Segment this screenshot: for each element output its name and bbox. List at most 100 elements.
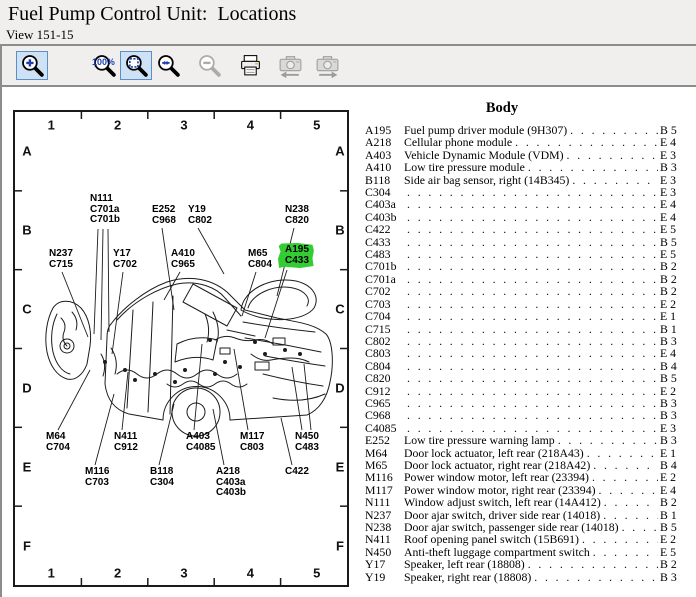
location-row: C403a. . . . . . . . . . . . . . . . . .… bbox=[365, 198, 687, 210]
location-row: C483. . . . . . . . . . . . . . . . . . … bbox=[365, 248, 687, 260]
magnifier-width-icon bbox=[156, 53, 181, 78]
camera-right-icon bbox=[314, 53, 341, 78]
toolbar-zoom-fit-button[interactable] bbox=[120, 51, 152, 80]
location-code: C803 bbox=[365, 347, 404, 359]
location-code: Y17 bbox=[365, 558, 404, 570]
grid-row-label: E bbox=[336, 459, 345, 474]
callout-B118: B118 C304 bbox=[150, 467, 174, 488]
location-grid-ref: E 2 bbox=[658, 471, 687, 483]
grid-col-label: 2 bbox=[114, 566, 121, 581]
location-grid-ref: B 3 bbox=[658, 161, 687, 173]
location-grid-ref: E 4 bbox=[658, 347, 687, 359]
grid-row-label: C bbox=[335, 302, 344, 317]
location-row: C803. . . . . . . . . . . . . . . . . . … bbox=[365, 347, 687, 359]
location-row: C912. . . . . . . . . . . . . . . . . . … bbox=[365, 385, 687, 397]
toolbar-print-button[interactable] bbox=[234, 51, 266, 80]
location-description: Side air bag sensor, right (14B345) bbox=[404, 174, 572, 186]
page-title: Fuel Pump Control Unit: Locations bbox=[8, 3, 296, 26]
location-code: C422 bbox=[365, 223, 404, 235]
locations-panel: Body A195Fuel pump driver module (9H307)… bbox=[365, 100, 687, 583]
dot-leader: . . . . . . . . . . . . . . . . . . . . … bbox=[407, 385, 658, 397]
printer-icon bbox=[238, 53, 263, 78]
location-row: Y17Speaker, left rear (18808). . . . . .… bbox=[365, 558, 687, 570]
callout-C422: C422 bbox=[285, 467, 309, 478]
location-description: Low tire pressure warning lamp bbox=[404, 434, 558, 446]
location-grid-ref: B 3 bbox=[658, 409, 687, 421]
location-row: Y19Speaker, right rear (18808). . . . . … bbox=[365, 571, 687, 583]
location-code: A410 bbox=[365, 161, 404, 173]
location-description: Cellular phone module bbox=[404, 136, 515, 148]
camera-left-icon bbox=[277, 53, 304, 78]
location-grid-ref: B 2 bbox=[658, 558, 687, 570]
toolbar-prev-view-button bbox=[274, 51, 306, 80]
location-code: C820 bbox=[365, 372, 404, 384]
dot-leader: . . . . . . . . . . . . . . . . . . . . … bbox=[407, 335, 658, 347]
location-grid-ref: B 5 bbox=[658, 372, 687, 384]
location-row: C403b. . . . . . . . . . . . . . . . . .… bbox=[365, 211, 687, 223]
content-area: 1122334455AABBCCDDEEFFN111 C701a C701bE2… bbox=[0, 87, 696, 597]
app-window: Fuel Pump Control Unit: Locations View 1… bbox=[0, 0, 696, 597]
grid-row-label: C bbox=[22, 302, 31, 317]
location-description: Power window motor, left rear (23394) bbox=[404, 471, 592, 483]
location-code: C968 bbox=[365, 409, 404, 421]
dot-leader: . . . . . . . . . . . . . . . . . . . . … bbox=[407, 310, 658, 322]
location-row: C702. . . . . . . . . . . . . . . . . . … bbox=[365, 285, 687, 297]
location-grid-ref: E 2 bbox=[658, 533, 687, 545]
dot-leader: . . . . . . . . . . . . . . . . . . . . … bbox=[515, 136, 658, 148]
grid-row-label: B bbox=[335, 223, 344, 238]
dot-leader: . . . . . . . . . . . . . . . . . . . . … bbox=[572, 174, 658, 186]
location-row: C703. . . . . . . . . . . . . . . . . . … bbox=[365, 298, 687, 310]
toolbar-next-view-button bbox=[311, 51, 343, 80]
grid-col-label: 3 bbox=[180, 118, 187, 133]
dot-leader: . . . . . . . . . . . . . . . . . . . . … bbox=[407, 397, 658, 409]
dot-leader: . . . . . . . . . . . . . . . . . . . . … bbox=[528, 161, 658, 173]
dot-leader: . . . . . . . . . . . . . . . . . . . . … bbox=[407, 260, 658, 272]
location-row: C701a. . . . . . . . . . . . . . . . . .… bbox=[365, 273, 687, 285]
dot-leader: . . . . . . . . . . . . . . . . . . . . … bbox=[407, 248, 658, 260]
location-grid-ref: E 1 bbox=[658, 310, 687, 322]
callout-A218: A218 C403a C403b bbox=[216, 467, 246, 499]
header: Fuel Pump Control Unit: Locations View 1… bbox=[0, 0, 696, 44]
toolbar-zoom-width-button[interactable] bbox=[152, 51, 184, 80]
location-row: C802. . . . . . . . . . . . . . . . . . … bbox=[365, 335, 687, 347]
grid-row-label: A bbox=[335, 144, 344, 159]
location-code: N111 bbox=[365, 496, 404, 508]
grid-row-label: A bbox=[22, 144, 31, 159]
location-code: C704 bbox=[365, 310, 404, 322]
dot-leader: . . . . . . . . . . . . . . . . . . . . … bbox=[407, 186, 658, 198]
dot-leader: . . . . . . . . . . . . . . . . . . . . … bbox=[407, 372, 658, 384]
callout-A195: A195 C433 bbox=[278, 243, 314, 268]
location-row: A218Cellular phone module. . . . . . . .… bbox=[365, 136, 687, 148]
callout-N237: N237 C715 bbox=[49, 249, 73, 270]
location-code: N411 bbox=[365, 533, 404, 545]
location-grid-ref: E 4 bbox=[658, 136, 687, 148]
svg-text:100%: 100% bbox=[92, 57, 115, 67]
location-code: C702 bbox=[365, 285, 404, 297]
car-illustration bbox=[46, 278, 333, 436]
grid-col-label: 5 bbox=[313, 118, 320, 133]
dot-leader: . . . . . . . . . . . . . . . . . . . . … bbox=[582, 533, 658, 545]
location-code: E252 bbox=[365, 434, 404, 446]
location-code: A218 bbox=[365, 136, 404, 148]
dot-leader: . . . . . . . . . . . . . . . . . . . . … bbox=[558, 434, 658, 446]
location-grid-ref: E 4 bbox=[658, 198, 687, 210]
toolbar: 100% bbox=[0, 46, 696, 85]
toolbar-zoom-in-button[interactable] bbox=[16, 51, 48, 80]
panel-title: Body bbox=[365, 100, 687, 117]
view-label: View 151-15 bbox=[6, 27, 73, 43]
magnifier-100-icon: 100% bbox=[92, 53, 117, 78]
location-grid-ref: B 3 bbox=[658, 434, 687, 446]
grid-row-label: F bbox=[336, 538, 344, 553]
location-row: C820. . . . . . . . . . . . . . . . . . … bbox=[365, 372, 687, 384]
callout-A410: A410 C965 bbox=[171, 249, 195, 270]
toolbar-zoom-100-button[interactable]: 100% bbox=[88, 51, 120, 80]
callout-N238: N238 C820 bbox=[285, 205, 309, 226]
dot-leader: . . . . . . . . . . . . . . . . . . . . … bbox=[407, 298, 658, 310]
dot-leader: . . . . . . . . . . . . . . . . . . . . … bbox=[593, 546, 658, 558]
locations-list: A195Fuel pump driver module (9H307). . .… bbox=[365, 124, 687, 583]
dot-leader: . . . . . . . . . . . . . . . . . . . . … bbox=[604, 496, 658, 508]
dot-leader: . . . . . . . . . . . . . . . . . . . . … bbox=[407, 211, 658, 223]
location-row: B118Side air bag sensor, right (14B345).… bbox=[365, 174, 687, 186]
dot-leader: . . . . . . . . . . . . . . . . . . . . … bbox=[622, 521, 658, 533]
location-row: A410Low tire pressure module. . . . . . … bbox=[365, 161, 687, 173]
